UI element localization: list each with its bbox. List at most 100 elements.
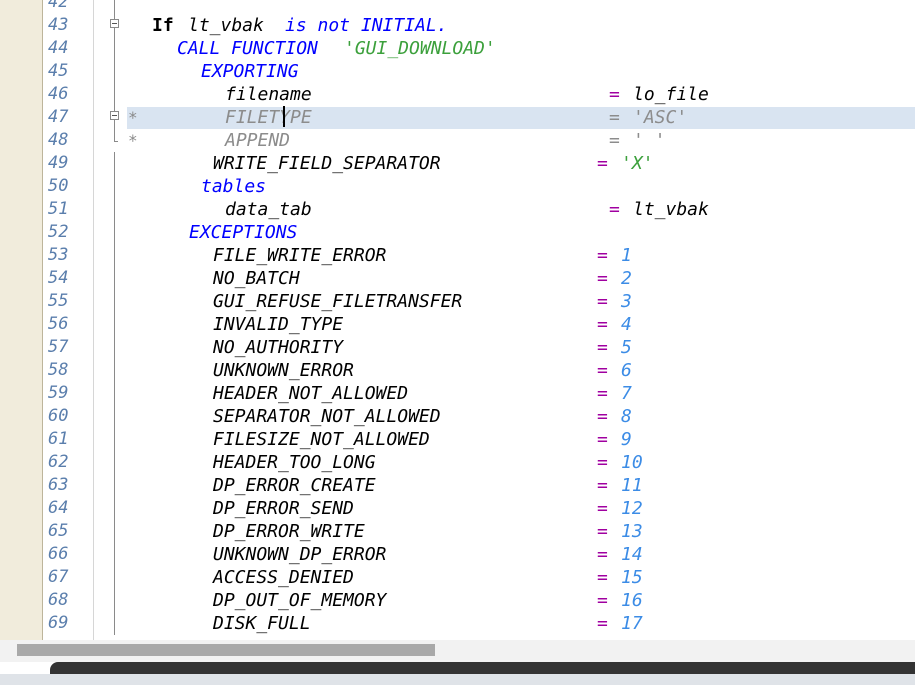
line-number: 52 xyxy=(48,222,69,242)
code-line[interactable]: 45 EXPORTING xyxy=(0,60,915,83)
code-token: = xyxy=(597,245,608,266)
code-token: EXCEPTIONS xyxy=(189,222,298,243)
code-line[interactable]: 59 HEADER_NOT_ALLOWED = 7 xyxy=(0,382,915,405)
line-number: 43 xyxy=(48,15,69,35)
code-token: DISK_FULL xyxy=(213,613,311,634)
code-token: DP_OUT_OF_MEMORY xyxy=(213,590,387,611)
code-token: DP_ERROR_SEND xyxy=(213,498,354,519)
fold-guide-line xyxy=(114,60,115,83)
code-token: 5 xyxy=(621,337,632,358)
code-token: = xyxy=(597,544,608,565)
code-token: is not INITIAL. xyxy=(285,15,448,36)
fold-guide-line xyxy=(114,497,115,520)
code-token: FILESIZE_NOT_ALLOWED xyxy=(213,429,430,450)
fold-guide-line xyxy=(114,83,115,106)
code-line[interactable]: 51 data_tab = lt_vbak xyxy=(0,198,915,221)
code-line[interactable]: 67 ACCESS_DENIED = 15 xyxy=(0,566,915,589)
code-line[interactable]: 48 * APPEND = ' ' xyxy=(0,129,915,152)
code-line[interactable]: 60 SEPARATOR_NOT_ALLOWED = 8 xyxy=(0,405,915,428)
line-number: 51 xyxy=(48,199,69,219)
code-token: = xyxy=(597,383,608,404)
code-line[interactable]: 49 WRITE_FIELD_SEPARATOR = 'X' xyxy=(0,152,915,175)
code-token: UNKNOWN_ERROR xyxy=(213,360,354,381)
code-token: = xyxy=(597,429,608,450)
line-number: 50 xyxy=(48,176,69,196)
line-number: 68 xyxy=(48,590,69,610)
code-token: = xyxy=(597,590,608,611)
code-token: 17 xyxy=(621,613,643,634)
code-line[interactable]: 44 CALL FUNCTION 'GUI_DOWNLOAD' xyxy=(0,37,915,60)
code-line[interactable]: 68 DP_OUT_OF_MEMORY = 16 xyxy=(0,589,915,612)
code-line[interactable]: 65 DP_ERROR_WRITE = 13 xyxy=(0,520,915,543)
code-token: WRITE_FIELD_SEPARATOR xyxy=(213,153,441,174)
code-token: lo_file xyxy=(633,84,709,105)
code-token: 8 xyxy=(621,406,632,427)
line-number: 45 xyxy=(48,61,69,81)
code-token: = xyxy=(597,613,608,634)
code-token: = xyxy=(609,84,620,105)
code-token: ' ' xyxy=(633,130,666,151)
code-editor[interactable]: 42 43 If lt_vbak is not INITIAL. 44 CALL FUNCT… xyxy=(0,0,915,640)
code-line[interactable]: 55 GUI_REFUSE_FILETRANSFER = 3 xyxy=(0,290,915,313)
code-token: HEADER_NOT_ALLOWED xyxy=(213,383,409,404)
code-token: 'GUI_DOWNLOAD' xyxy=(344,38,496,59)
line-number: 48 xyxy=(48,130,69,150)
code-line[interactable]: 61 FILESIZE_NOT_ALLOWED = 9 xyxy=(0,428,915,451)
code-line[interactable]: 52 EXCEPTIONS xyxy=(0,221,915,244)
line-number: 58 xyxy=(48,360,69,380)
code-token: 3 xyxy=(621,291,632,312)
code-token: = xyxy=(597,314,608,335)
code-token: HEADER_TOO_LONG xyxy=(213,452,376,473)
line-number: 65 xyxy=(48,521,69,541)
code-token: UNKNOWN_DP_ERROR xyxy=(213,544,387,565)
horizontal-scrollbar[interactable] xyxy=(0,640,915,662)
line-number: 66 xyxy=(48,544,69,564)
code-token: = xyxy=(609,199,620,220)
code-line[interactable]: 53 FILE_WRITE_ERROR = 1 xyxy=(0,244,915,267)
fold-guide-line xyxy=(114,359,115,382)
code-token: lt_vbak xyxy=(633,199,709,220)
code-line[interactable]: 69 DISK_FULL = 17 xyxy=(0,612,915,635)
fold-guide-line xyxy=(114,520,115,543)
code-line[interactable]: 63 DP_ERROR_CREATE = 11 xyxy=(0,474,915,497)
code-token: 11 xyxy=(621,475,643,496)
fold-guide-line xyxy=(114,129,118,142)
code-token: NO_AUTHORITY xyxy=(213,337,344,358)
fold-guide-line xyxy=(114,543,115,566)
fold-guide-line xyxy=(114,244,115,267)
line-number: 49 xyxy=(48,153,69,173)
code-token: = xyxy=(597,498,608,519)
code-line[interactable]: 64 DP_ERROR_SEND = 12 xyxy=(0,497,915,520)
code-line[interactable]: 56 INVALID_TYPE = 4 xyxy=(0,313,915,336)
fold-guide-line xyxy=(114,428,115,451)
line-number: 46 xyxy=(48,84,69,104)
code-token: 13 xyxy=(621,521,643,542)
code-line[interactable]: 66 UNKNOWN_DP_ERROR = 14 xyxy=(0,543,915,566)
code-line[interactable]: 62 HEADER_TOO_LONG = 10 xyxy=(0,451,915,474)
fold-guide-line xyxy=(114,267,115,290)
code-line[interactable]: 42 xyxy=(0,0,915,14)
line-number: 44 xyxy=(48,38,69,58)
code-line[interactable]: 54 NO_BATCH = 2 xyxy=(0,267,915,290)
code-line[interactable]: 46 filename = lo_file xyxy=(0,83,915,106)
code-token: 1 xyxy=(621,245,632,266)
code-token: 10 xyxy=(621,452,643,473)
code-token: APPEND xyxy=(225,130,291,151)
code-line[interactable]: 58 UNKNOWN_ERROR = 6 xyxy=(0,359,915,382)
line-number: 69 xyxy=(48,613,69,633)
code-token: ACCESS_DENIED xyxy=(213,567,354,588)
code-line[interactable]: 47 * FILETYPE = 'ASC' xyxy=(0,106,915,129)
code-line[interactable]: 50 tables xyxy=(0,175,915,198)
code-token: CALL FUNCTION xyxy=(177,38,318,59)
code-token: 'ASC' xyxy=(633,107,688,128)
minus-box-icon[interactable] xyxy=(110,111,119,120)
code-token: 9 xyxy=(621,429,632,450)
fold-guide-line xyxy=(114,290,115,313)
comment-marker: * xyxy=(128,131,138,150)
horizontal-scrollbar-thumb[interactable] xyxy=(17,644,435,656)
code-token: = xyxy=(597,521,608,542)
code-line[interactable]: 57 NO_AUTHORITY = 5 xyxy=(0,336,915,359)
code-line[interactable]: 43 If lt_vbak is not INITIAL. xyxy=(0,14,915,37)
code-token: = xyxy=(597,153,608,174)
minus-box-icon[interactable] xyxy=(110,19,119,28)
